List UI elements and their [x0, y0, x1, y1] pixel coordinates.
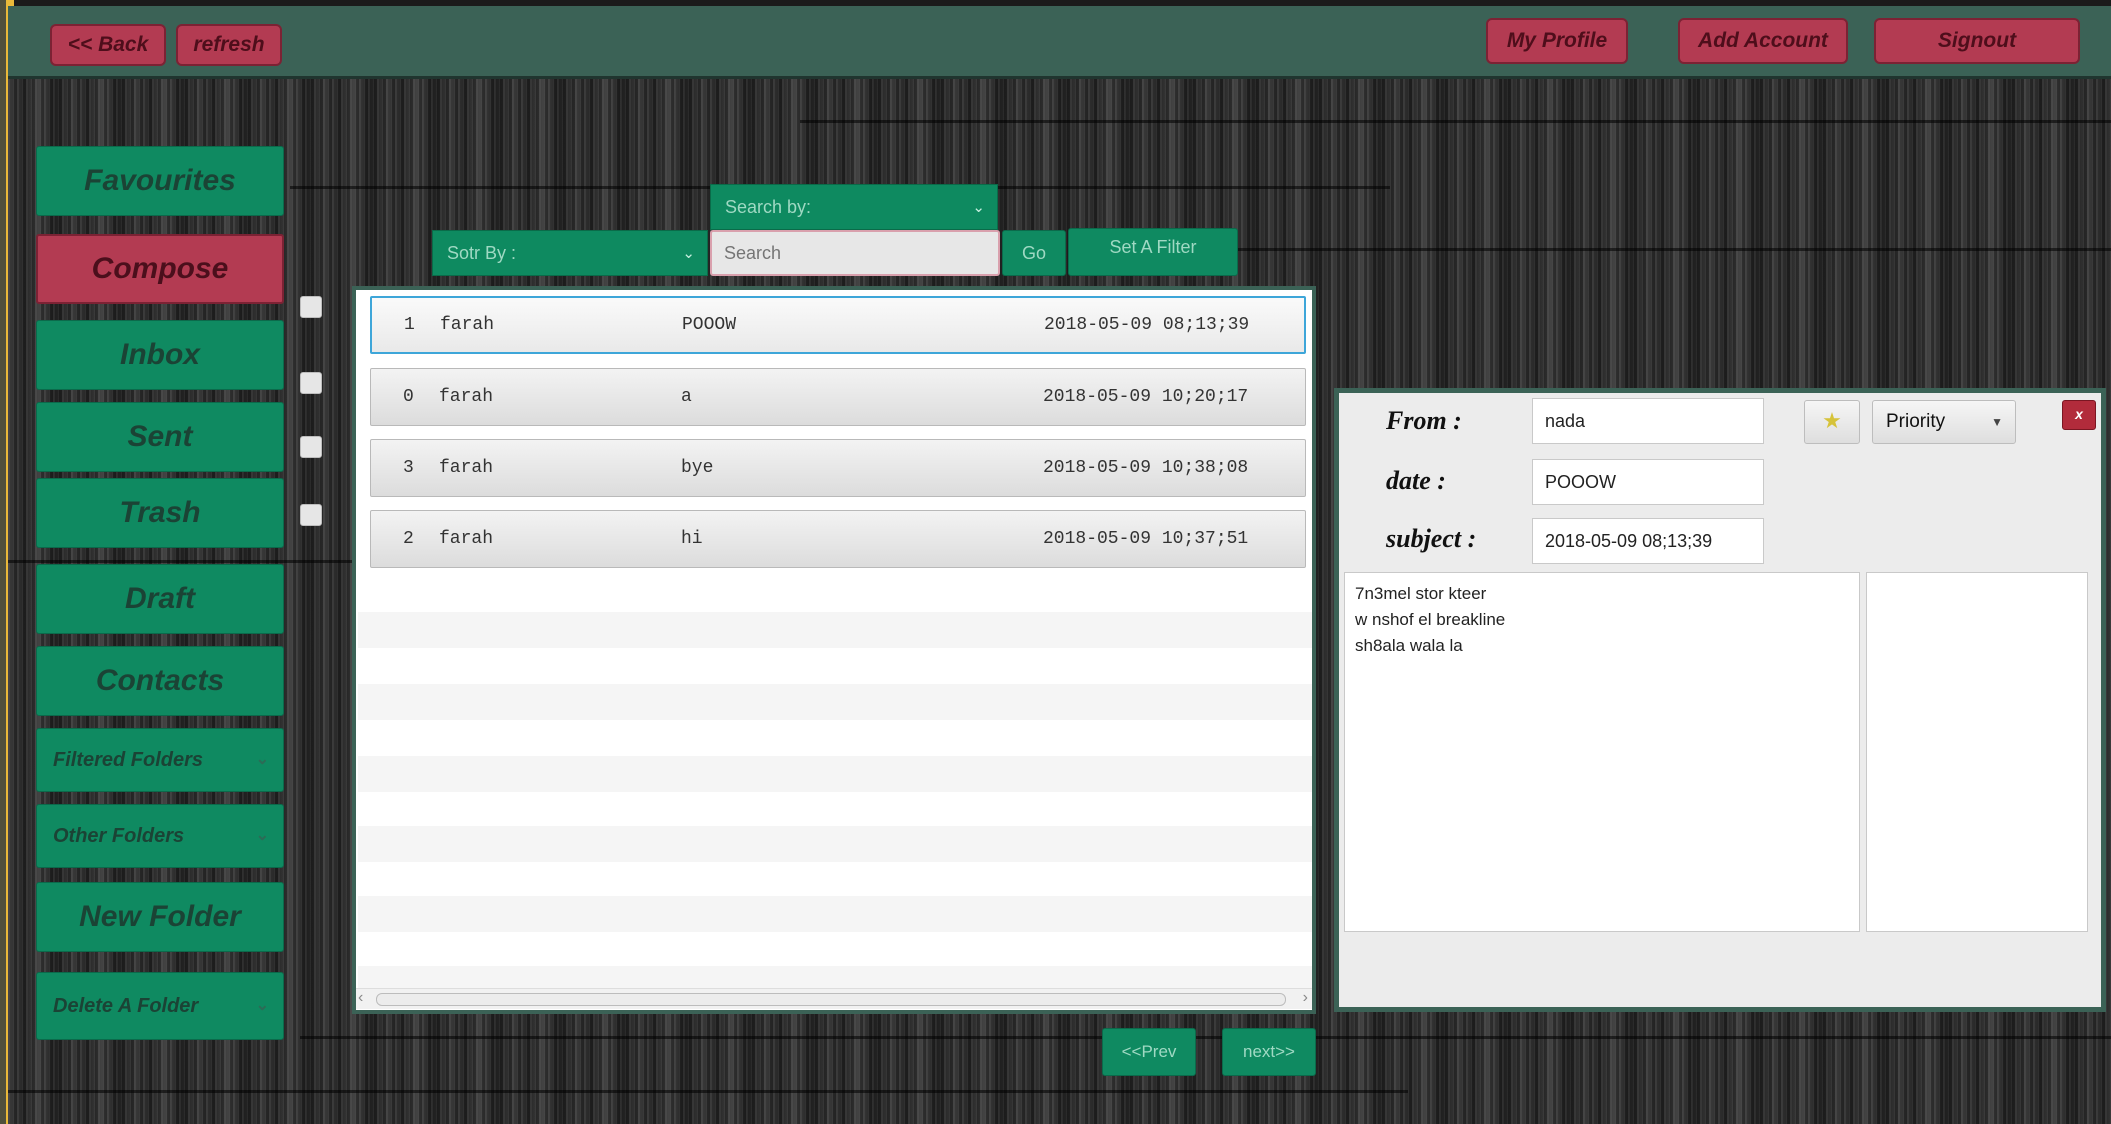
message-id: 3	[403, 458, 414, 478]
chevron-down-icon: ⌄	[255, 827, 269, 844]
scrollbar-thumb[interactable]	[376, 993, 1286, 1006]
horizontal-scrollbar[interactable]: ‹ ›	[356, 988, 1312, 1009]
empty-row	[358, 826, 1312, 862]
plank-line	[1200, 248, 2111, 251]
empty-row	[358, 612, 1312, 648]
app-window: << Back refresh My Profile Add Account S…	[0, 0, 2111, 1124]
sort-by-label: Sotr By :	[447, 242, 517, 263]
message-date: 2018-05-09 10;37;51	[1043, 529, 1249, 549]
subject-field[interactable]: 2018-05-09 08;13;39	[1532, 518, 1764, 564]
message-row[interactable]: 2 farah hi 2018-05-09 10;37;51	[370, 510, 1306, 568]
message-id: 0	[403, 387, 414, 407]
signout-button[interactable]: Signout	[1874, 18, 2080, 64]
chevron-down-icon: ⌄	[255, 997, 269, 1014]
message-date: 2018-05-09 08;13;39	[1044, 315, 1250, 335]
row-checkbox[interactable]	[300, 504, 322, 526]
close-detail-button[interactable]: x	[2062, 400, 2096, 430]
add-account-button[interactable]: Add Account	[1678, 18, 1848, 64]
search-by-dropdown[interactable]: Search by: ⌄	[710, 184, 998, 230]
message-subject: a	[681, 387, 692, 407]
other-folders-label: Other Folders	[53, 825, 185, 847]
message-date: 2018-05-09 10;38;08	[1043, 458, 1249, 478]
message-row[interactable]: 1 farah POOOW 2018-05-09 08;13;39	[370, 296, 1306, 354]
plank-line	[8, 1090, 1408, 1093]
compose-button[interactable]: Compose	[36, 234, 284, 304]
priority-label: Priority	[1886, 411, 1946, 432]
refresh-button[interactable]: refresh	[176, 24, 282, 66]
search-input[interactable]	[710, 230, 1000, 276]
set-filter-button[interactable]: Set A Filter	[1068, 228, 1238, 276]
message-row[interactable]: 0 farah a 2018-05-09 10;20;17	[370, 368, 1306, 426]
message-id: 1	[404, 315, 415, 335]
delete-folder-dropdown[interactable]: Delete A Folder ⌄	[36, 972, 284, 1040]
message-subject: bye	[681, 458, 714, 478]
prev-page-button[interactable]: <<Prev	[1102, 1028, 1196, 1076]
plank-line	[300, 1036, 2111, 1039]
message-subject: POOOW	[682, 315, 737, 335]
row-checkbox[interactable]	[300, 436, 322, 458]
favourites-button[interactable]: Favourites	[36, 146, 284, 216]
my-profile-button[interactable]: My Profile	[1486, 18, 1628, 64]
empty-row	[358, 756, 1312, 792]
delete-folder-label: Delete A Folder	[53, 995, 199, 1017]
attachments-list[interactable]	[1866, 572, 2088, 932]
contacts-button[interactable]: Contacts	[36, 646, 284, 716]
back-button[interactable]: << Back	[50, 24, 166, 66]
sent-button[interactable]: Sent	[36, 402, 284, 472]
draft-button[interactable]: Draft	[36, 564, 284, 634]
body-line: sh8ala wala la	[1355, 636, 1463, 655]
scroll-left-icon[interactable]: ‹	[358, 989, 363, 1007]
new-folder-button[interactable]: New Folder	[36, 882, 284, 952]
other-folders-dropdown[interactable]: Other Folders ⌄	[36, 804, 284, 868]
message-body[interactable]: 7n3mel stor kteer w nshof el breakline s…	[1344, 572, 1860, 932]
empty-row	[358, 684, 1312, 720]
favourite-star-button[interactable]: ★	[1804, 400, 1860, 444]
chevron-down-icon: ⌄	[255, 751, 269, 768]
inbox-button[interactable]: Inbox	[36, 320, 284, 390]
message-subject: hi	[681, 529, 703, 549]
message-id: 2	[403, 529, 414, 549]
filtered-folders-label: Filtered Folders	[53, 749, 204, 771]
chevron-down-icon: ▼	[1991, 415, 2003, 429]
plank-line	[8, 560, 358, 563]
message-date: 2018-05-09 10;20;17	[1043, 387, 1249, 407]
chevron-down-icon: ⌄	[972, 199, 985, 216]
next-page-button[interactable]: next>>	[1222, 1028, 1316, 1076]
subject-label: subject :	[1386, 524, 1477, 553]
message-row[interactable]: 3 farah bye 2018-05-09 10;38;08	[370, 439, 1306, 497]
date-label: date :	[1386, 466, 1446, 495]
filtered-folders-dropdown[interactable]: Filtered Folders ⌄	[36, 728, 284, 792]
row-checkbox[interactable]	[300, 372, 322, 394]
priority-dropdown[interactable]: Priority ▼	[1872, 400, 2016, 444]
scroll-right-icon[interactable]: ›	[1303, 989, 1308, 1007]
message-from: farah	[440, 315, 495, 335]
from-label: From :	[1386, 406, 1462, 435]
date-field[interactable]: POOOW	[1532, 459, 1764, 505]
sort-by-dropdown[interactable]: Sotr By : ⌄	[432, 230, 708, 276]
search-by-label: Search by:	[725, 196, 812, 217]
empty-row	[358, 896, 1312, 932]
star-icon: ★	[1822, 408, 1842, 433]
trash-button[interactable]: Trash	[36, 478, 284, 548]
message-from: farah	[439, 387, 494, 407]
body-line: 7n3mel stor kteer	[1355, 584, 1487, 603]
plank-line	[800, 120, 2111, 123]
chevron-down-icon: ⌄	[682, 245, 695, 262]
close-icon: x	[2075, 406, 2083, 422]
go-button[interactable]: Go	[1002, 230, 1066, 276]
window-edge-shadow	[0, 0, 6, 1124]
row-checkbox[interactable]	[300, 296, 322, 318]
body-line: w nshof el breakline	[1355, 610, 1506, 629]
from-field[interactable]: nada	[1532, 398, 1764, 444]
message-from: farah	[439, 458, 494, 478]
message-from: farah	[439, 529, 494, 549]
